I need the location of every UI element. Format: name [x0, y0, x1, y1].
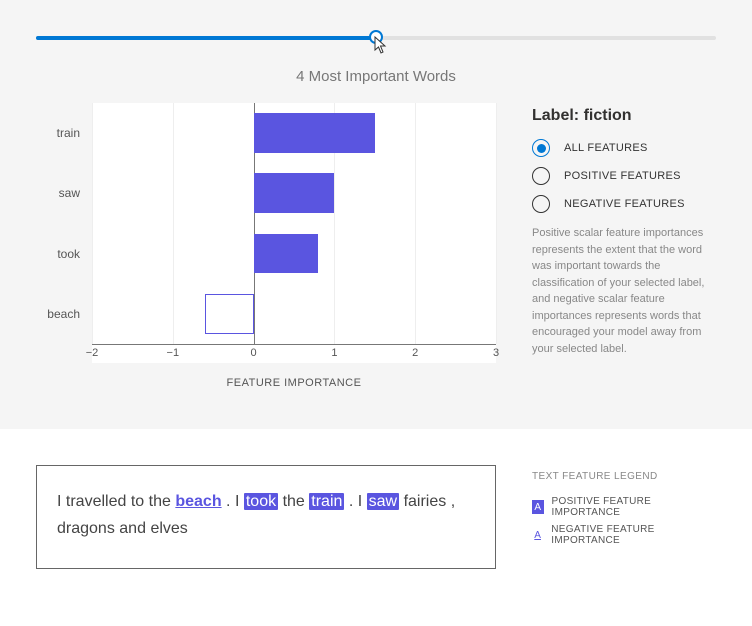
radio-label: ALL FEATURES	[564, 142, 648, 154]
bottom-panel: I travelled to the beach . I took the tr…	[0, 429, 752, 605]
token: elves	[150, 520, 187, 537]
bar[interactable]	[254, 113, 375, 153]
y-tick-label: saw	[59, 186, 92, 200]
feature-filter-radios: ALL FEATURES POSITIVE FEATURES NEGATIVE FE…	[532, 139, 716, 213]
top-panel: 4 Most Important Words trainsawtookbeach…	[0, 0, 752, 429]
token: dragons	[57, 520, 115, 537]
token-positive[interactable]: train	[309, 493, 344, 510]
radio-icon[interactable]	[532, 167, 550, 185]
x-axis-label: FEATURE IMPORTANCE	[92, 377, 496, 389]
token: I	[358, 493, 362, 510]
token: the	[283, 493, 305, 510]
legend-title: TEXT FEATURE LEGEND	[532, 471, 716, 482]
radio-label: NEGATIVE FEATURES	[564, 198, 685, 210]
bar[interactable]	[254, 234, 319, 274]
radio-icon[interactable]	[532, 195, 550, 213]
cursor-icon	[374, 36, 390, 59]
token-positive[interactable]: took	[244, 493, 278, 510]
slider-fill	[36, 36, 376, 40]
x-tick-label: 1	[331, 347, 337, 359]
radio-icon[interactable]	[532, 139, 550, 157]
token: .	[349, 493, 353, 510]
token: ,	[451, 493, 455, 510]
token: travelled	[66, 493, 126, 510]
bar-row: train	[92, 103, 496, 163]
bar[interactable]	[205, 294, 253, 334]
radio-option[interactable]: ALL FEATURES	[532, 139, 716, 157]
sentence-box: I travelled to the beach . I took the tr…	[36, 465, 496, 569]
legend-column: TEXT FEATURE LEGEND A POSITIVE FEATURE I…	[532, 465, 716, 552]
token: fairies	[404, 493, 447, 510]
chart-column: trainsawtookbeach −2−10123 FEATURE IMPOR…	[36, 103, 496, 389]
token-negative[interactable]: beach	[175, 493, 221, 510]
legend-swatch-negative: A	[532, 528, 543, 542]
token: .	[226, 493, 230, 510]
x-tick-label: −1	[167, 347, 180, 359]
radio-option[interactable]: NEGATIVE FEATURES	[532, 195, 716, 213]
label-title: Label: fiction	[532, 107, 716, 125]
x-tick-label: 3	[493, 347, 499, 359]
bar-chart: trainsawtookbeach −2−10123	[92, 103, 496, 363]
side-description: Positive scalar feature importances repr…	[532, 225, 716, 357]
bar-row: beach	[92, 284, 496, 344]
legend-swatch-positive: A	[532, 500, 544, 514]
radio-label: POSITIVE FEATURES	[564, 170, 681, 182]
y-tick-label: took	[57, 247, 92, 261]
x-ticks: −2−10123	[92, 347, 496, 363]
gridline	[496, 103, 497, 344]
token: and	[119, 520, 146, 537]
legend-positive: A POSITIVE FEATURE IMPORTANCE	[532, 496, 716, 518]
token: the	[149, 493, 171, 510]
token: I	[235, 493, 239, 510]
token-positive[interactable]: saw	[367, 493, 399, 510]
word-count-slider[interactable]	[36, 28, 716, 48]
legend-label-negative: NEGATIVE FEATURE IMPORTANCE	[551, 524, 716, 546]
legend-label-positive: POSITIVE FEATURE IMPORTANCE	[552, 496, 716, 518]
bar-row: took	[92, 224, 496, 284]
main-row: trainsawtookbeach −2−10123 FEATURE IMPOR…	[36, 103, 716, 389]
bar[interactable]	[254, 173, 335, 213]
plot-area: trainsawtookbeach	[92, 103, 496, 345]
token: to	[131, 493, 144, 510]
x-tick-label: −2	[86, 347, 99, 359]
x-tick-label: 2	[412, 347, 418, 359]
chart-title: 4 Most Important Words	[36, 68, 716, 85]
y-tick-label: beach	[47, 307, 92, 321]
token: I	[57, 493, 61, 510]
legend-negative: A NEGATIVE FEATURE IMPORTANCE	[532, 524, 716, 546]
side-panel: Label: fiction ALL FEATURES POSITIVE FEAT…	[532, 103, 716, 357]
y-tick-label: train	[57, 126, 92, 140]
bar-row: saw	[92, 163, 496, 223]
x-tick-label: 0	[251, 347, 257, 359]
radio-option[interactable]: POSITIVE FEATURES	[532, 167, 716, 185]
